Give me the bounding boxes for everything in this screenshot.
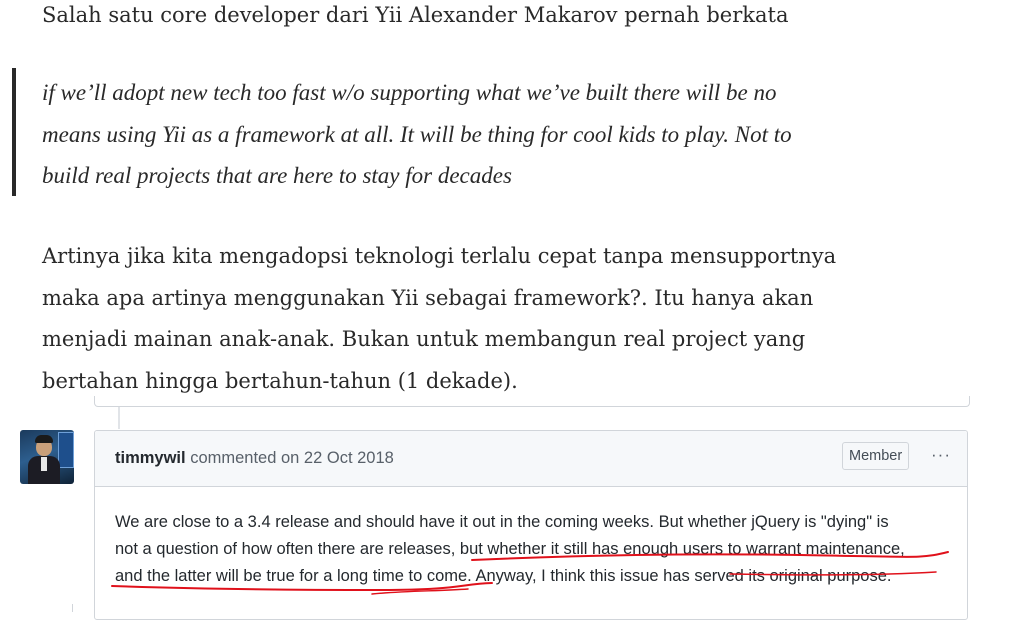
previous-comment-box-edge — [94, 396, 970, 407]
comment-line: not a question of how often there are re… — [115, 540, 905, 558]
comment-line: We are close to a 3.4 release and should… — [115, 513, 889, 531]
member-badge: Member — [842, 442, 910, 470]
body-paragraph: Artinya jika kita mengadopsi teknologi t… — [42, 236, 942, 402]
user-avatar[interactable] — [20, 430, 74, 484]
github-comment: timmywil commented on 22 Oct 2018 Member… — [94, 430, 968, 620]
avatar-figure-hair — [35, 435, 53, 443]
quote-line: build real projects that are here to sta… — [42, 163, 512, 188]
body-line: Artinya jika kita mengadopsi teknologi t… — [42, 244, 837, 268]
quote-line: means using Yii as a framework at all. I… — [42, 121, 792, 147]
comment-line: and the latter will be true for a long t… — [115, 567, 892, 585]
comment-header: timmywil commented on 22 Oct 2018 Member… — [95, 431, 967, 487]
comment-author-link[interactable]: timmywil — [115, 449, 186, 467]
avatar-figure-shirt — [41, 457, 47, 471]
timeline-connector — [118, 407, 120, 429]
body-line: bertahan hingga bertahun-tahun (1 dekade… — [42, 368, 518, 393]
comment-body: We are close to a 3.4 release and should… — [115, 509, 965, 590]
kebab-horizontal-icon[interactable]: ··· — [931, 445, 951, 465]
comment-timestamp[interactable]: commented on 22 Oct 2018 — [186, 449, 394, 467]
quote-line: if we’ll adopt new tech too fast w/o sup… — [42, 80, 777, 105]
intro-paragraph: Salah satu core developer dari Yii Alexa… — [42, 3, 789, 27]
comment-meta: timmywil commented on 22 Oct 2018 — [115, 449, 394, 468]
blockquote: if we’ll adopt new tech too fast w/o sup… — [42, 72, 942, 197]
blockquote-bar — [12, 68, 16, 196]
divider-tick — [72, 604, 73, 612]
body-line: menjadi mainan anak-anak. Bukan untuk me… — [42, 327, 806, 351]
body-line: maka apa artinya menggunakan Yii sebagai… — [42, 285, 814, 310]
avatar-background-object — [58, 432, 74, 468]
